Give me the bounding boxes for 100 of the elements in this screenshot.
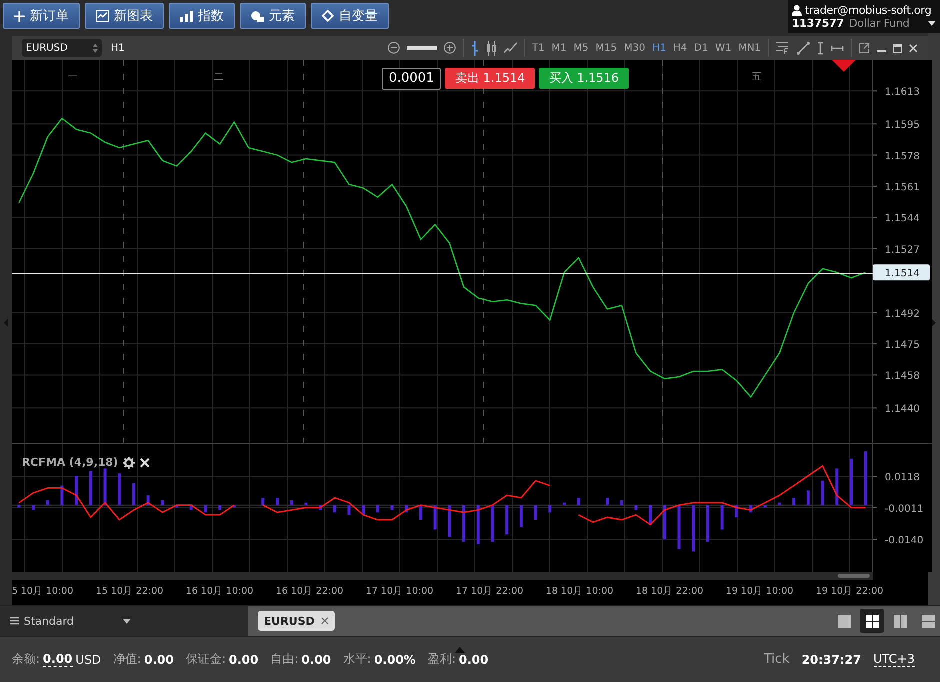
histogram-bar xyxy=(491,505,494,542)
histogram-bar xyxy=(333,505,336,513)
price-tick-label: 1.1458 xyxy=(884,371,920,382)
status-value: 0.00 xyxy=(229,652,259,666)
vertical-line-icon[interactable] xyxy=(817,42,824,54)
timeframe-tab[interactable]: M1 xyxy=(552,42,567,54)
status-value: 0.00 xyxy=(302,652,332,666)
bar-chart-type-icon[interactable] xyxy=(471,40,480,56)
horizontal-line-icon[interactable] xyxy=(831,44,844,52)
histogram-bar xyxy=(190,505,193,510)
scrollbar-thumb[interactable] xyxy=(838,574,870,578)
toolbar-button[interactable]: 新图表 xyxy=(85,3,164,29)
chart-icon xyxy=(96,10,109,22)
histogram-bar xyxy=(806,490,810,506)
timeframe-tab[interactable]: H1 xyxy=(652,42,666,54)
histogram-bar xyxy=(262,498,265,506)
histogram-bar xyxy=(18,505,21,508)
account-email: trader@mobius-soft.org xyxy=(805,4,932,16)
account-panel[interactable]: trader@mobius-soft.org 1137577 Dollar Fund xyxy=(788,0,940,33)
timeframe-tab[interactable]: MN1 xyxy=(738,42,762,54)
time-axis-label: 18 10月 10:00 xyxy=(546,585,614,598)
zoom-slider[interactable] xyxy=(407,45,438,51)
time-axis-label: 5 10月 10:00 xyxy=(12,585,74,598)
maximize-icon[interactable] xyxy=(893,44,902,52)
volume-field[interactable]: 0.0001 xyxy=(382,68,442,90)
shapes-icon xyxy=(251,10,264,22)
chart-tab[interactable]: EURUSD xyxy=(258,611,335,631)
symbol-field[interactable]: EURUSD xyxy=(22,39,102,57)
caret-icon xyxy=(123,618,132,624)
histogram-bar xyxy=(290,500,294,506)
time-axis-label: 16 10月 10:00 xyxy=(186,585,254,598)
timezone-selector[interactable]: UTC+3 xyxy=(874,652,915,667)
zoom-out-icon[interactable] xyxy=(388,42,400,54)
histogram-bar xyxy=(476,505,480,544)
line-chart-icon[interactable] xyxy=(504,42,518,54)
histogram-bar xyxy=(735,505,738,518)
indicator-list-icon[interactable] xyxy=(776,42,790,54)
histogram-bar xyxy=(520,505,523,528)
timeframe-tab[interactable]: M15 xyxy=(596,42,618,54)
histogram-bar xyxy=(32,505,35,510)
plus-icon xyxy=(14,10,25,22)
zoom-in-icon[interactable] xyxy=(444,42,456,54)
clock-time: 20:37:27 xyxy=(802,652,862,666)
trendline-icon[interactable] xyxy=(797,42,810,54)
histogram-bar xyxy=(749,505,752,513)
histogram-bar xyxy=(405,505,408,513)
histogram-bar xyxy=(161,500,164,506)
histogram-bar xyxy=(634,505,638,510)
histogram-bar xyxy=(864,452,868,506)
popout-icon[interactable] xyxy=(859,42,870,54)
time-axis-label: 17 10月 22:00 xyxy=(456,585,524,598)
timeframe-tab[interactable]: T1 xyxy=(532,42,545,54)
settings-icon[interactable] xyxy=(123,456,136,468)
grid-layout-button[interactable] xyxy=(860,609,884,633)
price-tick-label: 1.1595 xyxy=(884,120,920,132)
toolbar-button[interactable]: 指数 xyxy=(169,3,235,29)
histogram-bar xyxy=(204,505,208,513)
histogram-bar xyxy=(60,486,64,506)
histogram-bar xyxy=(620,500,624,506)
day-label: 五 xyxy=(752,72,762,83)
timeframe-tab[interactable]: M30 xyxy=(624,42,646,54)
timeframe-tab[interactable]: W1 xyxy=(715,42,732,54)
workspace-selector[interactable]: Standard xyxy=(0,606,248,636)
toolbar-button[interactable]: 元素 xyxy=(240,3,306,29)
status-value[interactable]: 0.00 xyxy=(43,652,73,667)
caret-icon xyxy=(928,20,936,26)
toolbar-button[interactable]: 自变量 xyxy=(311,3,389,29)
timeframe-tab[interactable]: H4 xyxy=(673,42,688,54)
candlestick-icon[interactable] xyxy=(486,40,498,56)
price-tick-label: 1.1544 xyxy=(884,214,920,225)
scrollbar-track[interactable] xyxy=(12,572,873,580)
histogram-bar xyxy=(663,505,666,540)
status-label: 自由: xyxy=(270,651,299,668)
histogram-bar xyxy=(692,505,696,552)
grid-layout-icon xyxy=(866,614,878,628)
histogram-bar xyxy=(562,502,566,506)
menu-icon xyxy=(10,617,19,625)
histogram-bar xyxy=(104,468,107,506)
time-axis-label: 19 10月 22:00 xyxy=(816,585,884,598)
toolbar-button[interactable]: 新订单 xyxy=(3,3,80,29)
histogram-bar xyxy=(75,476,78,506)
rows-layout-icon xyxy=(922,614,934,628)
period-label: H1 xyxy=(110,42,125,54)
histogram-bar xyxy=(118,474,122,506)
sell-button[interactable]: 卖出 1.1514 xyxy=(445,68,536,89)
status-value: 0.00% xyxy=(374,652,416,666)
bar-chart-icon xyxy=(180,10,193,22)
histogram-bar xyxy=(434,505,437,530)
buy-button[interactable]: 买入 1.1516 xyxy=(539,68,630,89)
histogram-bar xyxy=(448,505,452,538)
time-axis-label: 15 10月 22:00 xyxy=(96,585,164,598)
status-value: 0.00 xyxy=(144,652,174,666)
columns-layout-icon xyxy=(894,614,906,628)
histogram-bar xyxy=(778,502,782,506)
timeframe-tab[interactable]: D1 xyxy=(694,42,708,54)
tick-label: Tick xyxy=(764,652,790,667)
histogram-bar xyxy=(318,505,322,510)
price-tick-label: 1.1440 xyxy=(884,404,920,416)
indicator-tick-label: -0.0011 xyxy=(884,504,924,515)
timeframe-tab[interactable]: M5 xyxy=(574,42,589,54)
